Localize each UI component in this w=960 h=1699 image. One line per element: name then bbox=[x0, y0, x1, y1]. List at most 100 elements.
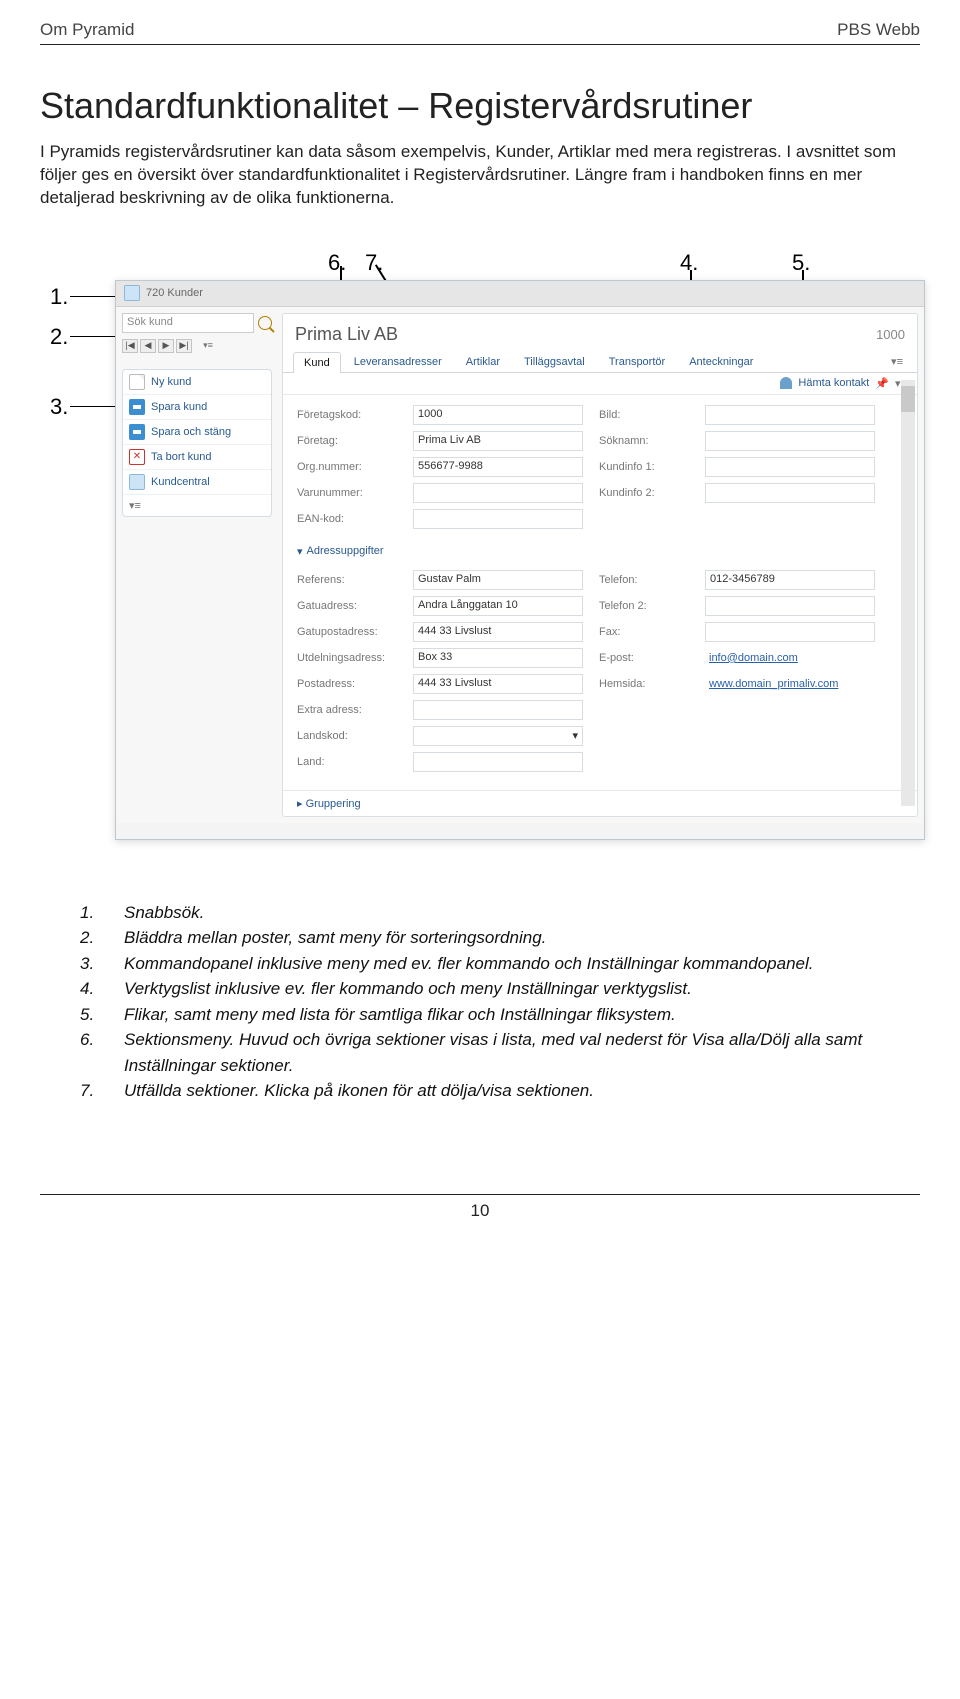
tab-menu[interactable]: ▾≡ bbox=[887, 351, 907, 372]
val-ean[interactable] bbox=[413, 509, 583, 529]
cmd-save-close[interactable]: Spara och stäng bbox=[123, 420, 271, 445]
lbl-referens: Referens: bbox=[297, 574, 397, 586]
callout-2: 2. bbox=[50, 324, 68, 350]
legend-2: Bläddra mellan poster, samt meny för sor… bbox=[124, 925, 546, 951]
val-referens[interactable]: Gustav Palm bbox=[413, 570, 583, 590]
fetch-contact[interactable]: Hämta kontakt bbox=[798, 377, 869, 389]
record-pager[interactable]: |◀ ◀ ▶ ▶| ▾≡ bbox=[122, 339, 272, 353]
val-land[interactable] bbox=[413, 752, 583, 772]
company-code: 1000 bbox=[876, 327, 905, 342]
lbl-fax: Fax: bbox=[599, 626, 689, 638]
page-header: Om Pyramid PBS Webb bbox=[40, 20, 920, 45]
val-gatuadress[interactable]: Andra Långgatan 10 bbox=[413, 596, 583, 616]
toolbar-pin-icon[interactable]: 📌 bbox=[875, 377, 889, 390]
customer-central-icon bbox=[129, 474, 145, 490]
val-varunummer[interactable] bbox=[413, 483, 583, 503]
search-input[interactable]: Sök kund bbox=[122, 313, 254, 333]
legend-7: Utfällda sektioner. Klicka på ikonen för… bbox=[124, 1078, 594, 1104]
lbl-kundinfo1: Kundinfo 1: bbox=[599, 461, 689, 473]
val-telefon2[interactable] bbox=[705, 596, 875, 616]
lbl-epost: E-post: bbox=[599, 652, 689, 664]
screenshot: 720 Kunder Sök kund |◀ ◀ ▶ ▶| ▾≡ Ny kund… bbox=[115, 280, 925, 840]
lbl-kundinfo2: Kundinfo 2: bbox=[599, 487, 689, 499]
callout-6: 6. bbox=[328, 250, 346, 276]
tab-anteckningar[interactable]: Anteckningar bbox=[678, 351, 764, 372]
val-bild[interactable] bbox=[705, 405, 875, 425]
command-panel: Ny kund Spara kund Spara och stäng Ta bo… bbox=[122, 369, 272, 517]
legend-3: Kommandopanel inklusive meny med ev. fle… bbox=[124, 951, 814, 977]
contact-icon bbox=[780, 377, 792, 389]
pager-menu[interactable]: ▾≡ bbox=[200, 339, 216, 353]
pager-first[interactable]: |◀ bbox=[122, 339, 138, 353]
new-icon bbox=[129, 374, 145, 390]
search-icon[interactable] bbox=[258, 316, 272, 330]
legend-1: Snabbsök. bbox=[124, 900, 204, 926]
lbl-telefon: Telefon: bbox=[599, 574, 689, 586]
vertical-scrollbar[interactable] bbox=[901, 380, 915, 806]
val-gatupost[interactable]: 444 33 Livslust bbox=[413, 622, 583, 642]
pager-prev[interactable]: ◀ bbox=[140, 339, 156, 353]
page-footer: 10 bbox=[40, 1194, 920, 1221]
lbl-postadress: Postadress: bbox=[297, 678, 397, 690]
val-foretag[interactable]: Prima Liv AB bbox=[413, 431, 583, 451]
lbl-gatupost: Gatupostadress: bbox=[297, 626, 397, 638]
cmd-customer-central[interactable]: Kundcentral bbox=[123, 470, 271, 495]
pager-last[interactable]: ▶| bbox=[176, 339, 192, 353]
val-kundinfo2[interactable] bbox=[705, 483, 875, 503]
val-extraadress[interactable] bbox=[413, 700, 583, 720]
lbl-ean: EAN-kod: bbox=[297, 513, 397, 525]
section-address-header[interactable]: ▾ Adressuppgifter bbox=[283, 539, 917, 560]
window-titlebar: 720 Kunder bbox=[116, 281, 924, 307]
tab-kund[interactable]: Kund bbox=[293, 352, 341, 373]
delete-icon bbox=[129, 449, 145, 465]
cmd-delete-customer[interactable]: Ta bort kund bbox=[123, 445, 271, 470]
save-icon bbox=[129, 399, 145, 415]
lbl-orgnr: Org.nummer: bbox=[297, 461, 397, 473]
save-close-icon bbox=[129, 424, 145, 440]
lbl-land: Land: bbox=[297, 756, 397, 768]
callout-1: 1. bbox=[50, 284, 68, 310]
lbl-varunummer: Varunummer: bbox=[297, 487, 397, 499]
tab-artiklar[interactable]: Artiklar bbox=[455, 351, 511, 372]
section-gruppering-header[interactable]: ▸ Gruppering bbox=[283, 790, 917, 816]
page-title: Standardfunktionalitet – Registervårdsru… bbox=[40, 85, 920, 127]
cmd-new-customer[interactable]: Ny kund bbox=[123, 370, 271, 395]
lbl-soknamn: Söknamn: bbox=[599, 435, 689, 447]
val-fax[interactable] bbox=[705, 622, 875, 642]
val-soknamn[interactable] bbox=[705, 431, 875, 451]
lbl-bild: Bild: bbox=[599, 409, 689, 421]
val-foretagskod[interactable]: 1000 bbox=[413, 405, 583, 425]
tab-transportor[interactable]: Transportör bbox=[598, 351, 676, 372]
lbl-foretagskod: Företagskod: bbox=[297, 409, 397, 421]
cmd-menu[interactable]: ▾≡ bbox=[123, 495, 271, 516]
cmd-save-customer[interactable]: Spara kund bbox=[123, 395, 271, 420]
form-main: Företagskod: 1000 Bild: Företag: Prima L… bbox=[283, 395, 917, 539]
toolbar-strip: Hämta kontakt 📌 ▾≡ bbox=[283, 373, 917, 395]
tab-strip: Kund Leveransadresser Artiklar Tilläggsa… bbox=[283, 351, 917, 373]
annotated-figure: 1. 2. 3. 4. 5. 6. 7. 720 Kunder Sök kund… bbox=[40, 240, 920, 860]
lbl-landskod: Landskod: bbox=[297, 730, 397, 742]
tab-tillaggsavtal[interactable]: Tilläggsavtal bbox=[513, 351, 596, 372]
lbl-hemsida: Hemsida: bbox=[599, 678, 689, 690]
legend-5: Flikar, samt meny med lista för samtliga… bbox=[124, 1002, 676, 1028]
window-icon bbox=[124, 285, 140, 301]
val-postadress[interactable]: 444 33 Livslust bbox=[413, 674, 583, 694]
figure-legend: 1.Snabbsök. 2.Bläddra mellan poster, sam… bbox=[80, 900, 920, 1104]
lbl-extraadress: Extra adress: bbox=[297, 704, 397, 716]
val-hemsida[interactable]: www.domain_primaliv.com bbox=[705, 676, 875, 692]
header-right: PBS Webb bbox=[837, 20, 920, 40]
company-name: Prima Liv AB bbox=[295, 324, 398, 345]
tab-leveransadresser[interactable]: Leveransadresser bbox=[343, 351, 453, 372]
intro-paragraph: I Pyramids registervårdsrutiner kan data… bbox=[40, 141, 920, 210]
val-kundinfo1[interactable] bbox=[705, 457, 875, 477]
val-telefon[interactable]: 012-3456789 bbox=[705, 570, 875, 590]
header-left: Om Pyramid bbox=[40, 20, 134, 40]
window-title: 720 Kunder bbox=[146, 287, 203, 299]
lbl-foretag: Företag: bbox=[297, 435, 397, 447]
pager-next[interactable]: ▶ bbox=[158, 339, 174, 353]
val-orgnr[interactable]: 556677-9988 bbox=[413, 457, 583, 477]
val-landskod[interactable]: ▾ bbox=[413, 726, 583, 746]
callout-3: 3. bbox=[50, 394, 68, 420]
val-utdelning[interactable]: Box 33 bbox=[413, 648, 583, 668]
val-epost[interactable]: info@domain.com bbox=[705, 650, 875, 666]
